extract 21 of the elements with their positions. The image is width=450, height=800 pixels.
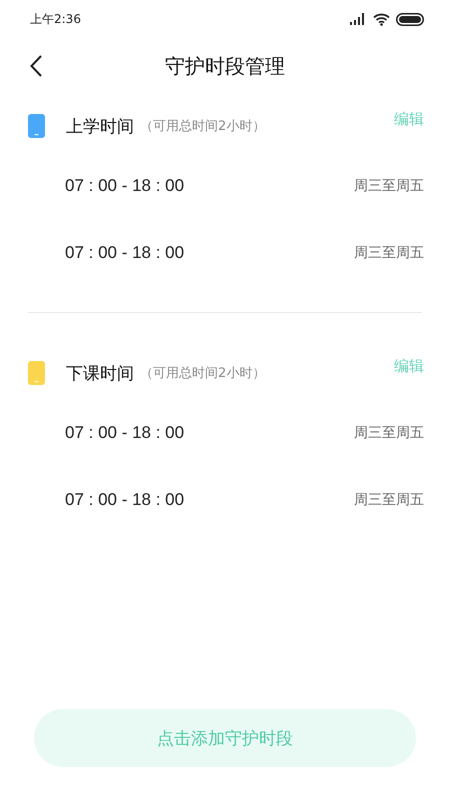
- period-days: 周三至周五: [354, 176, 424, 194]
- signal-icon: [350, 13, 367, 25]
- add-period-button[interactable]: 点击添加守护时段: [34, 709, 416, 767]
- period-time: 07 : 00 - 18 : 00: [65, 242, 184, 262]
- period-days: 周三至周五: [354, 424, 424, 442]
- back-button[interactable]: [30, 54, 44, 78]
- battery-icon: [396, 12, 424, 26]
- edit-link[interactable]: 编辑: [394, 357, 424, 376]
- section-title: 下课时间: [66, 362, 134, 384]
- period-time: 07 : 00 - 18 : 00: [65, 176, 184, 196]
- period-days: 周三至周五: [354, 244, 424, 262]
- page-title: 守护时段管理: [165, 52, 285, 80]
- period-time: 07 : 00 - 18 : 00: [65, 422, 184, 442]
- status-time: 上午2:36: [30, 10, 81, 28]
- section-title: 上学时间: [66, 116, 134, 138]
- section-note: （可用总时间2小时）: [140, 118, 266, 135]
- period-days: 周三至周五: [354, 490, 424, 508]
- wifi-icon: [373, 12, 390, 26]
- edit-link[interactable]: 编辑: [394, 110, 424, 129]
- section-note: （可用总时间2小时）: [140, 365, 266, 382]
- period-time: 07 : 00 - 18 : 00: [65, 490, 184, 510]
